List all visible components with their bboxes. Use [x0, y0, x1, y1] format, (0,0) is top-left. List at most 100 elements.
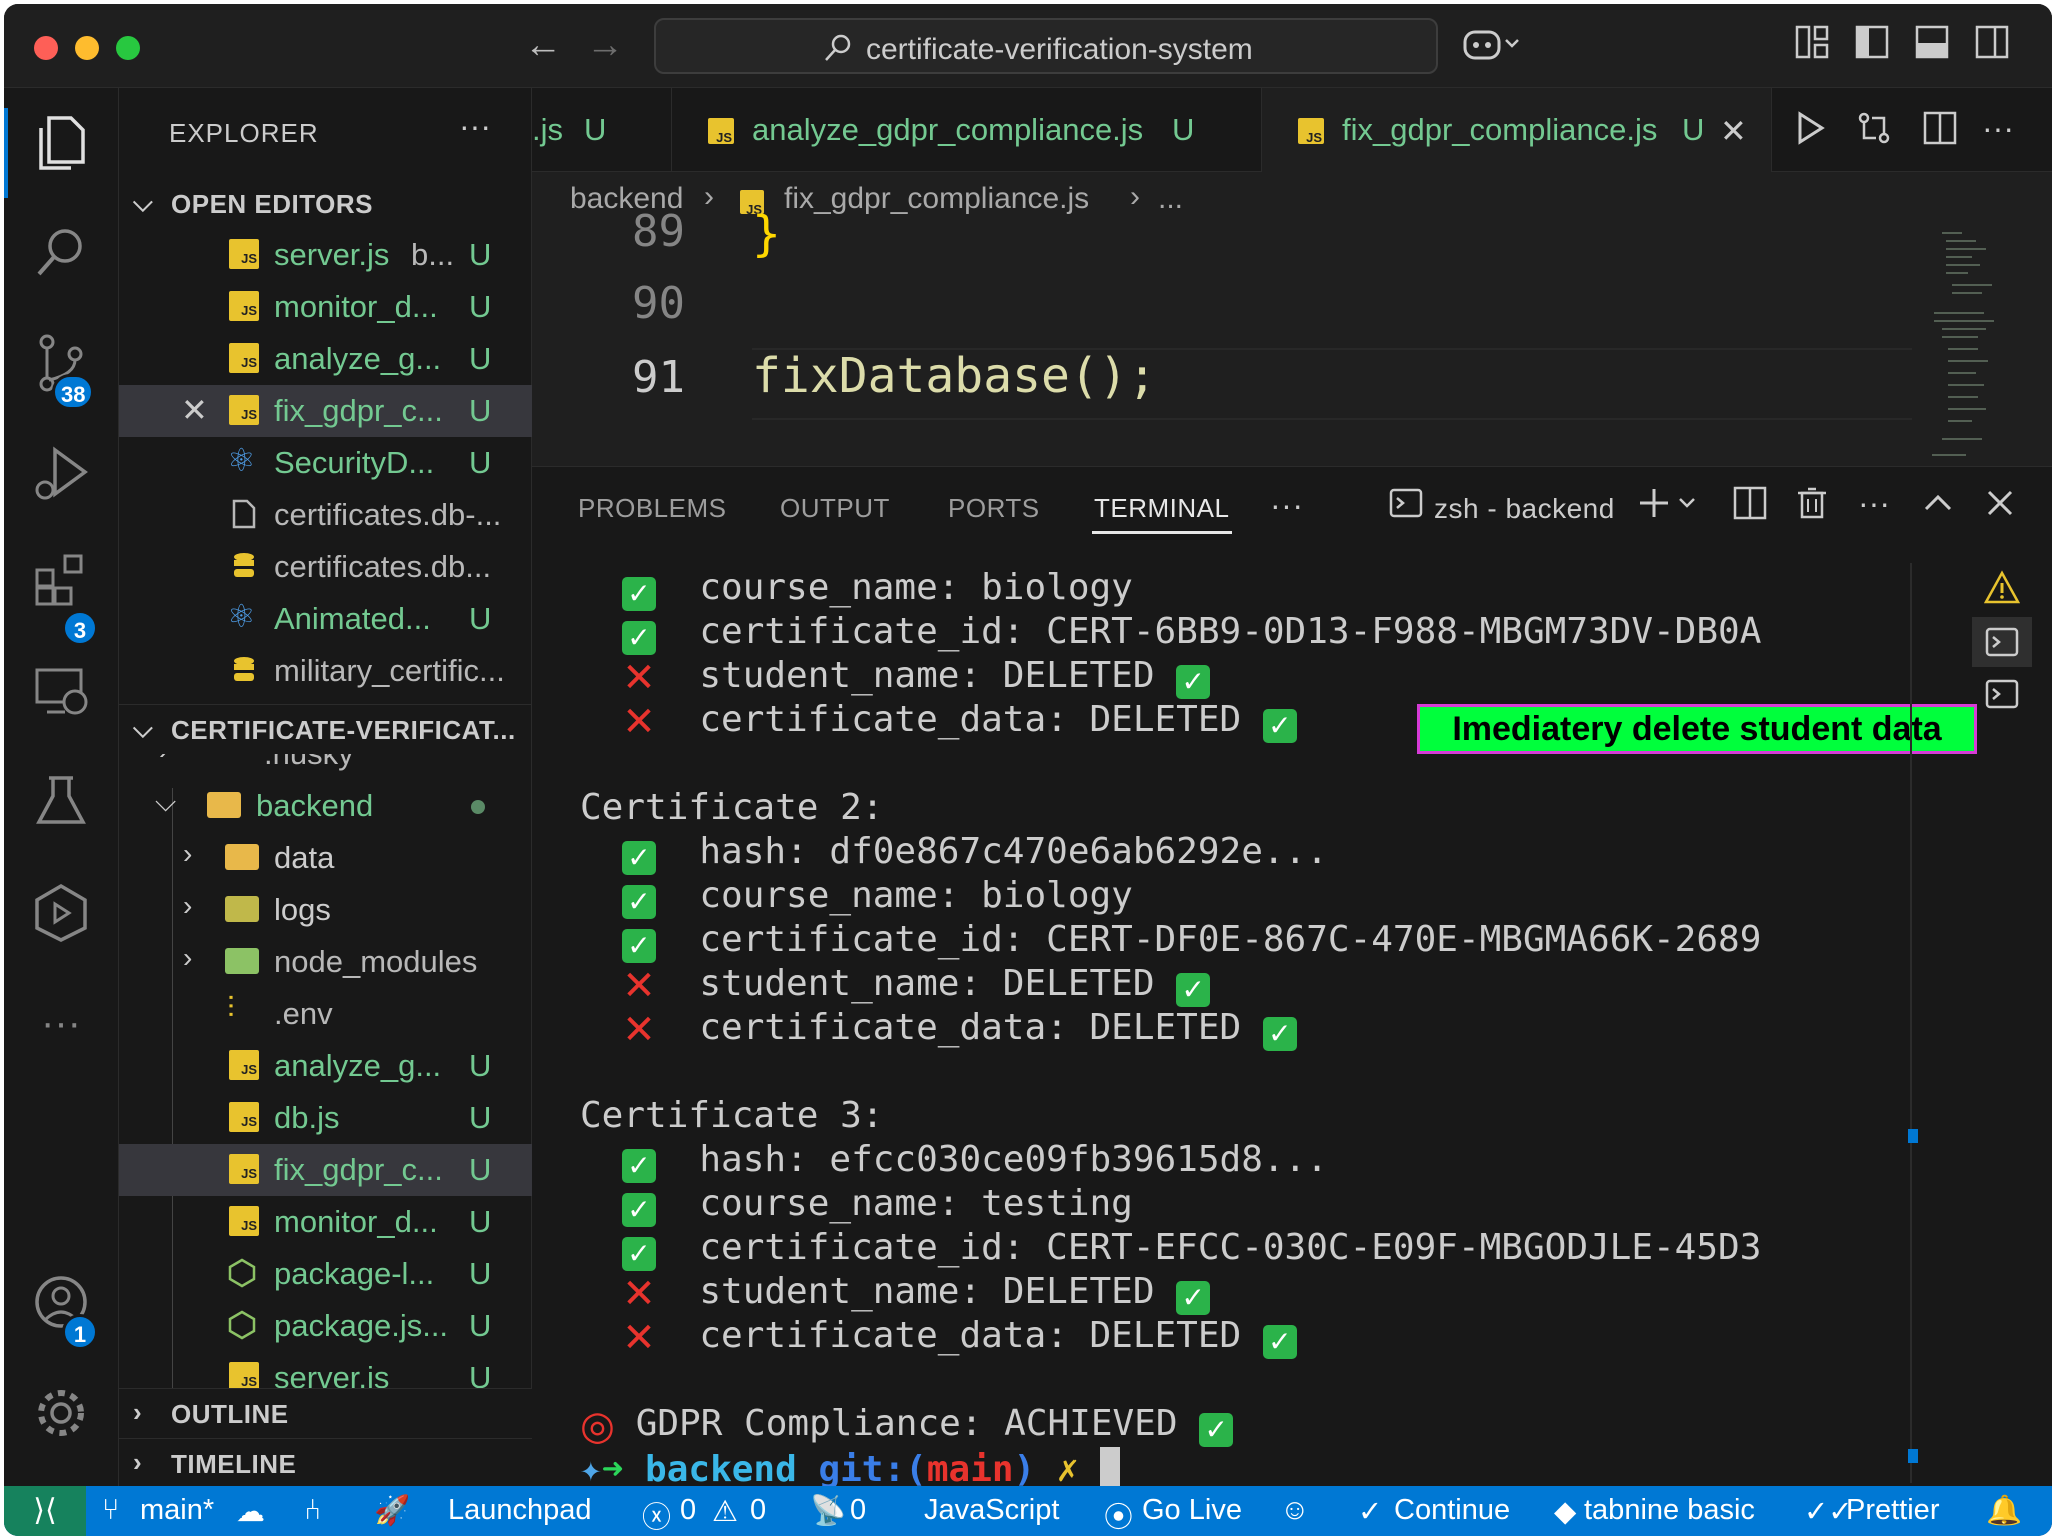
terminal-prompt[interactable]: ✦➜ backend git:(main) ✗ — [580, 1447, 1121, 1490]
minimap[interactable] — [1922, 228, 2002, 466]
timeline-header[interactable]: › TIMELINE — [119, 1438, 532, 1488]
open-editor-item[interactable]: certificates.db... — [119, 541, 532, 593]
toggle-secondary-sidebar-icon[interactable] — [1974, 24, 2010, 68]
extensions-icon[interactable] — [26, 548, 96, 618]
tab-fix-gdpr-active[interactable]: JS fix_gdpr_compliance.js U ✕ — [1262, 88, 1772, 172]
flask-icon[interactable] — [26, 768, 96, 838]
open-editor-item[interactable]: certificates.db-... — [119, 489, 532, 541]
open-editor-item[interactable]: JS monitor_d... U — [119, 281, 532, 333]
open-editor-item[interactable]: ⚛ Animated... U — [119, 593, 532, 645]
prompt-arrow-icon: ➜ — [601, 1449, 646, 1490]
error-count[interactable]: 0 — [680, 1494, 696, 1527]
toggle-panel-icon[interactable] — [1914, 24, 1950, 68]
breadcrumb-file[interactable]: fix_gdpr_compliance.js — [784, 182, 1089, 216]
continue-extension[interactable]: Continue — [1394, 1494, 1510, 1527]
run-debug-icon[interactable] — [26, 438, 96, 508]
project-header[interactable]: ⌵ CERTIFICATE-VERIFICAT... — [119, 704, 532, 754]
ellipsis-icon[interactable]: ··· — [26, 988, 96, 1058]
split-editor-icon[interactable] — [1922, 110, 1958, 155]
explorer-title: EXPLORER — [169, 118, 319, 148]
check-mark-icon: ✓ — [622, 1237, 656, 1271]
cloud-sync-icon[interactable]: ☁ — [236, 1494, 265, 1529]
tree-item-node-modules[interactable]: › node_modules — [119, 936, 532, 988]
open-editor-item[interactable]: JS analyze_g... U — [119, 333, 532, 385]
forward-arrow-icon[interactable]: → — [586, 24, 624, 67]
gear-icon[interactable] — [26, 1378, 96, 1448]
copilot-icon[interactable] — [1462, 24, 1522, 72]
minimize-window-button[interactable] — [75, 36, 99, 60]
tree-item-husky[interactable]: › .husky — [119, 754, 532, 780]
tab-analyze-gdpr[interactable]: JS analyze_gdpr_compliance.js U — [672, 88, 1262, 172]
close-window-button[interactable] — [34, 36, 58, 60]
split-terminal-icon[interactable] — [1732, 485, 1768, 530]
panel-more-icon[interactable]: ··· — [1270, 487, 1303, 524]
more-actions-icon[interactable]: ··· — [1982, 110, 2014, 147]
terminal-instance-icon[interactable] — [1972, 617, 2032, 667]
run-icon[interactable] — [1794, 110, 1826, 155]
tree-item-backend[interactable]: ⌵ backend — [119, 780, 532, 832]
launchpad[interactable]: Launchpad — [448, 1494, 592, 1527]
tree-item-file[interactable]: package.js... U — [119, 1300, 532, 1352]
open-editor-item-active[interactable]: ✕ JS fix_gdpr_c... U — [119, 385, 532, 437]
cube-icon[interactable] — [26, 878, 96, 948]
search-icon[interactable] — [26, 218, 96, 288]
ports-count[interactable]: 0 — [850, 1494, 866, 1527]
git-graph-icon[interactable]: ⑃ — [304, 1494, 321, 1527]
outline-header[interactable]: › OUTLINE — [119, 1388, 532, 1438]
cross-mark-icon: ✕ — [622, 655, 656, 701]
tree-item-file[interactable]: JS monitor_d... U — [119, 1196, 532, 1248]
open-editors-header[interactable]: ⌵ OPEN EDITORS — [119, 179, 532, 229]
tree-item-file[interactable]: JS analyze_g... U — [119, 1040, 532, 1092]
command-center[interactable]: certificate-verification-system — [654, 18, 1438, 74]
tree-item-file[interactable]: package-l... U — [119, 1248, 532, 1300]
new-terminal-icon[interactable] — [1636, 485, 1706, 530]
open-editor-item[interactable]: ⚛ SecurityD... U — [119, 437, 532, 489]
customize-layout-icon[interactable] — [1794, 24, 1830, 68]
tree-item-file[interactable]: JS db.js U — [119, 1092, 532, 1144]
close-editor-icon[interactable]: ✕ — [181, 391, 208, 429]
close-tab-icon[interactable]: ✕ — [1720, 112, 1747, 150]
tab-server-js[interactable]: .js U — [532, 88, 672, 172]
prettier-status[interactable]: Prettier — [1846, 1494, 1939, 1527]
check-mark-icon: ✓ — [622, 1193, 656, 1227]
breadcrumb-symbols[interactable]: ... — [1158, 182, 1183, 216]
warning-count[interactable]: 0 — [750, 1494, 766, 1527]
open-editor-item[interactable]: military_certific... — [119, 645, 532, 697]
back-arrow-icon[interactable]: ← — [524, 24, 562, 67]
terminal-scrollbar[interactable] — [1910, 563, 1912, 1483]
toggle-sidebar-icon[interactable] — [1854, 24, 1890, 68]
tree-item-file-selected[interactable]: JS fix_gdpr_c... U — [119, 1144, 532, 1196]
js-file-icon: JS — [708, 118, 734, 145]
language-mode[interactable]: JavaScript — [924, 1494, 1059, 1527]
tree-item-env[interactable]: ⫶ .env — [119, 988, 532, 1040]
tabnine-status[interactable]: tabnine basic — [1584, 1494, 1755, 1527]
tab-problems[interactable]: PROBLEMS — [578, 493, 727, 524]
code-editor[interactable]: 89 } 90 91 fixDatabase(); — [532, 206, 2052, 466]
tree-item-logs[interactable]: › logs — [119, 884, 532, 936]
open-editors-title: OPEN EDITORS — [171, 189, 374, 219]
zoom-window-button[interactable] — [116, 36, 140, 60]
tab-terminal[interactable]: TERMINAL — [1094, 493, 1229, 524]
maximize-panel-icon[interactable] — [1922, 485, 1954, 530]
terminal-text: student_name: DELETED — [699, 963, 1155, 1004]
close-panel-icon[interactable] — [1984, 485, 2016, 530]
remote-explorer-icon[interactable] — [26, 658, 96, 728]
terminal-name[interactable]: zsh - backend — [1434, 493, 1615, 525]
warning-icon[interactable] — [1972, 563, 2032, 613]
bell-icon[interactable]: 🔔 — [1986, 1494, 2022, 1528]
remote-indicator-icon[interactable]: ⟩⟨ — [4, 1486, 86, 1536]
tab-output[interactable]: OUTPUT — [780, 493, 890, 524]
open-editor-item[interactable]: JS server.js b... U — [119, 229, 532, 281]
files-icon[interactable] — [26, 108, 96, 178]
explorer-more-actions[interactable]: ··· — [459, 108, 491, 145]
copilot-icon[interactable]: ☺ — [1280, 1494, 1310, 1527]
trash-icon[interactable] — [1794, 485, 1830, 530]
tab-ports[interactable]: PORTS — [948, 493, 1040, 524]
tree-item-data[interactable]: › data — [119, 832, 532, 884]
git-branch[interactable]: main* — [140, 1494, 214, 1527]
panel-more-actions-icon[interactable]: ··· — [1858, 485, 1890, 522]
active-tab-underline — [1092, 531, 1232, 534]
go-live[interactable]: Go Live — [1142, 1494, 1242, 1527]
compare-changes-icon[interactable] — [1856, 110, 1892, 155]
terminal-instance-icon[interactable] — [1972, 669, 2032, 719]
